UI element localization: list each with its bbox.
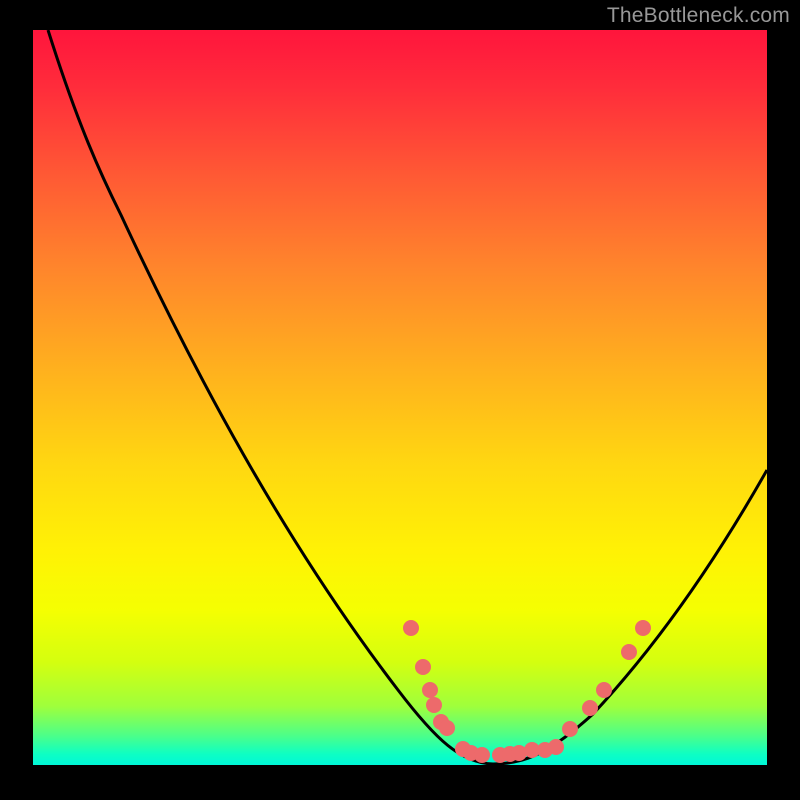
data-point bbox=[596, 682, 612, 698]
data-point bbox=[582, 700, 598, 716]
data-point bbox=[426, 697, 442, 713]
data-point bbox=[548, 739, 564, 755]
attribution-label: TheBottleneck.com bbox=[607, 4, 790, 28]
chart-canvas: TheBottleneck.com bbox=[0, 0, 800, 800]
bottleneck-curve bbox=[48, 30, 767, 764]
data-point bbox=[474, 747, 490, 763]
data-point bbox=[403, 620, 419, 636]
data-point bbox=[621, 644, 637, 660]
data-point bbox=[562, 721, 578, 737]
data-point bbox=[422, 682, 438, 698]
data-point bbox=[635, 620, 651, 636]
data-point bbox=[415, 659, 431, 675]
plot-area bbox=[33, 30, 767, 765]
chart-svg bbox=[33, 30, 767, 765]
data-point bbox=[439, 720, 455, 736]
